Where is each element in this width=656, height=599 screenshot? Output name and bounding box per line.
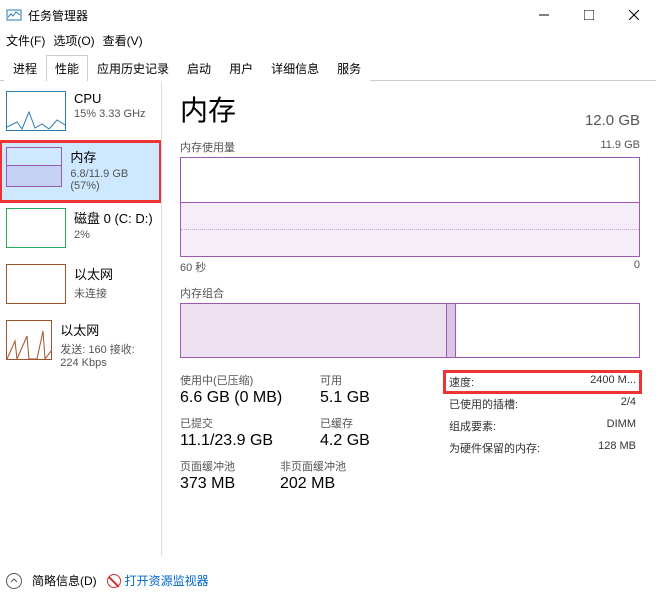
sidebar-item-stat: 6.8/11.9 GB (57%) (70, 168, 155, 192)
sidebar-item-memory[interactable]: 内存 6.8/11.9 GB (57%) (0, 141, 161, 202)
cpu-thumb-icon (6, 91, 66, 131)
tab-startup[interactable]: 启动 (178, 55, 220, 81)
collapse-icon[interactable] (6, 573, 22, 589)
details-list: 速度: 2400 M... 已使用的插槽: 2/4 组成要素: DIMM 为硬件保留的… (445, 372, 640, 501)
main-panel: 内存 12.0 GB 内存使用量 11.9 GB 60 秒 0 内存组合 使用中(已… (162, 81, 656, 556)
minimize-button[interactable] (521, 0, 566, 30)
stat-value: 5.1 GB (320, 389, 435, 407)
stat-value: 373 MB (180, 475, 280, 493)
sidebar-item-stat: 未连接 (74, 285, 113, 301)
memory-usage-chart (180, 157, 640, 257)
menu-view[interactable]: 查看(V) (103, 32, 143, 49)
memory-composition-chart (180, 303, 640, 358)
sidebar-item-ethernet-2[interactable]: 以太网发送: 160 接收: 224 Kbps (0, 314, 161, 379)
stats-grid: 使用中(已压缩)6.6 GB (0 MB) 可用5.1 GB 已提交11.1/2… (180, 372, 435, 501)
stat-value: 202 MB (280, 475, 395, 493)
stat-label: 使用中(已压缩) (180, 372, 320, 388)
close-button[interactable] (611, 0, 656, 30)
sidebar-item-cpu[interactable]: CPU 15% 3.33 GHz (0, 85, 161, 141)
composition-label: 内存组合 (180, 285, 224, 301)
tabs: 进程 性能 应用历史记录 启动 用户 详细信息 服务 (0, 54, 656, 81)
sidebar-item-label: 磁盘 0 (C: D:) (74, 208, 153, 227)
usage-chart-label: 内存使用量 (180, 139, 235, 155)
sidebar-item-label: CPU (74, 91, 146, 106)
stat-value: 6.6 GB (0 MB) (180, 389, 320, 407)
detail-value: DIMM (607, 418, 636, 434)
footer: 简略信息(D) 打开资源监视器 (6, 572, 209, 589)
detail-label: 组成要素: (449, 418, 496, 434)
stat-label: 已提交 (180, 415, 320, 431)
detail-value: 128 MB (598, 440, 636, 456)
maximize-button[interactable] (566, 0, 611, 30)
menu-options[interactable]: 选项(O) (53, 32, 94, 49)
sidebar-item-label: 以太网 (74, 264, 113, 283)
tab-services[interactable]: 服务 (328, 55, 370, 81)
disk-thumb-icon (6, 208, 66, 248)
ethernet-thumb-icon (6, 320, 52, 360)
tab-app-history[interactable]: 应用历史记录 (88, 55, 178, 81)
titlebar: 任务管理器 (0, 0, 656, 30)
x-axis-right: 0 (634, 259, 640, 275)
stat-label: 可用 (320, 372, 435, 388)
page-title: 内存 (180, 89, 236, 129)
stat-label: 非页面缓冲池 (280, 458, 395, 474)
tab-users[interactable]: 用户 (220, 55, 262, 81)
sidebar-item-ethernet-1[interactable]: 以太网未连接 (0, 258, 161, 314)
sidebar: CPU 15% 3.33 GHz 内存 6.8/11.9 GB (57%) 磁盘 0… (0, 81, 162, 556)
detail-label: 已使用的插槽: (449, 396, 518, 412)
stat-label: 已缓存 (320, 415, 435, 431)
app-icon (6, 7, 22, 23)
stat-value: 4.2 GB (320, 432, 435, 450)
ethernet-thumb-icon (6, 264, 66, 304)
memory-thumb-icon (6, 147, 62, 187)
menu-file[interactable]: 文件(F) (6, 32, 45, 49)
menubar: 文件(F) 选项(O) 查看(V) (0, 30, 656, 50)
detail-value: 2/4 (621, 396, 636, 412)
detail-value: 2400 M... (590, 374, 636, 390)
detail-label: 速度: (449, 374, 474, 390)
window-title: 任务管理器 (28, 7, 88, 24)
total-memory: 12.0 GB (585, 112, 640, 129)
sidebar-item-stat: 发送: 160 接收: 224 Kbps (60, 341, 155, 369)
resource-monitor-icon (107, 574, 121, 588)
sidebar-item-stat: 15% 3.33 GHz (74, 108, 146, 120)
tab-details[interactable]: 详细信息 (262, 55, 328, 81)
usage-chart-max: 11.9 GB (600, 139, 640, 155)
stat-label: 页面缓冲池 (180, 458, 280, 474)
tab-processes[interactable]: 进程 (4, 55, 46, 81)
brief-info-link[interactable]: 简略信息(D) (32, 572, 97, 589)
sidebar-item-stat: 2% (74, 229, 153, 241)
stat-value: 11.1/23.9 GB (180, 432, 320, 450)
resource-monitor-link[interactable]: 打开资源监视器 (107, 572, 209, 589)
detail-label: 为硬件保留的内存: (449, 440, 540, 456)
x-axis-left: 60 秒 (180, 259, 206, 275)
sidebar-item-label: 内存 (70, 147, 155, 166)
sidebar-item-disk[interactable]: 磁盘 0 (C: D:) 2% (0, 202, 161, 258)
sidebar-item-label: 以太网 (60, 320, 155, 339)
tab-performance[interactable]: 性能 (46, 55, 88, 81)
